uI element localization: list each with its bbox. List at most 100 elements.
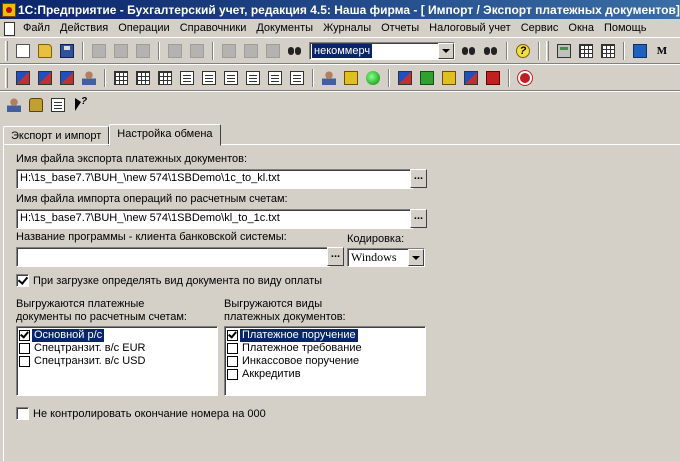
operations-journal-button[interactable] <box>34 67 56 89</box>
list-item[interactable]: Основной р/с <box>19 328 106 343</box>
title-bar[interactable]: 1С:Предприятие - Бухгалтерский учет, ред… <box>0 0 680 19</box>
transactions-button[interactable] <box>56 67 78 89</box>
find-button[interactable] <box>284 40 306 62</box>
print-preview-button[interactable] <box>186 40 208 62</box>
find-replace-button[interactable] <box>480 40 502 62</box>
encoding-dropdown[interactable] <box>408 249 424 266</box>
doctype-checkbox[interactable] <box>227 369 238 380</box>
search-combo[interactable]: некоммерч <box>309 41 455 60</box>
menu-service[interactable]: Сервис <box>516 20 564 36</box>
find-next-button[interactable] <box>458 40 480 62</box>
export-file-browse-button[interactable]: ... <box>410 169 427 188</box>
accounts-label: Выгружаются платежные <box>16 298 145 310</box>
properties-button[interactable] <box>218 40 240 62</box>
report-t4-button[interactable] <box>242 67 264 89</box>
cash-button[interactable] <box>438 67 460 89</box>
paste-button[interactable] <box>132 40 154 62</box>
users-button[interactable] <box>3 94 25 116</box>
help-button[interactable]: ? <box>512 40 534 62</box>
bank-program-browse-button[interactable]: ... <box>327 247 344 266</box>
report-t6-button[interactable] <box>286 67 308 89</box>
save-button[interactable] <box>56 40 78 62</box>
list-item[interactable]: Аккредитив <box>227 368 303 381</box>
doctypes-listbox[interactable]: Платежное поручение Платежное требование… <box>224 326 426 396</box>
transfer-button[interactable] <box>482 67 504 89</box>
monitor-button[interactable]: M <box>651 40 673 62</box>
calendar-button[interactable] <box>575 40 597 62</box>
calculator-button[interactable] <box>553 40 575 62</box>
accounts-listbox[interactable]: Основной р/с Спецтранзит. в/с EUR Спецтр… <box>16 326 218 396</box>
export-file-field[interactable]: H:\1s_base7.7\BUH_\new 574\1SBDemo\1c_to… <box>16 169 413 189</box>
list-item[interactable]: Спецтранзит. в/с EUR <box>19 342 147 355</box>
report-icon <box>290 70 304 85</box>
account-analysis-button[interactable] <box>154 67 176 89</box>
list-item[interactable]: Спецтранзит. в/с USD <box>19 355 147 368</box>
list-item[interactable]: Инкассовое поручение <box>227 355 361 368</box>
search-combo-dropdown[interactable] <box>438 42 454 59</box>
print-button[interactable] <box>164 40 186 62</box>
document-icon[interactable] <box>2 21 16 36</box>
spreadsheet-button[interactable] <box>597 40 619 62</box>
report-t5-button[interactable] <box>264 67 286 89</box>
new-button[interactable] <box>12 40 34 62</box>
import-file-field[interactable]: H:\1s_base7.7\BUH_\new 574\1SBDemo\kl_to… <box>16 209 413 229</box>
undo-icon <box>244 43 258 58</box>
report-icon <box>180 70 194 85</box>
chart-of-accounts-button[interactable] <box>12 67 34 89</box>
exit-button[interactable] <box>514 67 536 89</box>
whats-this-button[interactable] <box>69 94 91 116</box>
bank-program-field[interactable] <box>16 247 330 267</box>
book-button[interactable] <box>629 40 651 62</box>
account-checkbox[interactable] <box>19 330 30 341</box>
wizard-button[interactable] <box>340 67 362 89</box>
detect-doc-type-checkbox[interactable] <box>16 274 29 287</box>
open-button[interactable] <box>34 40 56 62</box>
redo-button[interactable] <box>262 40 284 62</box>
templates-button[interactable] <box>78 67 100 89</box>
undo-button[interactable] <box>240 40 262 62</box>
window-title: 1С:Предприятие - Бухгалтерский учет, ред… <box>18 2 680 17</box>
doctype-checkbox[interactable] <box>227 356 238 367</box>
encoding-select[interactable]: Windows <box>347 248 425 267</box>
menu-catalogs[interactable]: Справочники <box>175 20 252 36</box>
report-t2-button[interactable] <box>198 67 220 89</box>
context-help-button[interactable] <box>47 94 69 116</box>
cut-button[interactable] <box>88 40 110 62</box>
toolbar-grip[interactable] <box>5 67 8 88</box>
menu-journals[interactable]: Журналы <box>318 20 376 36</box>
account-checkbox[interactable] <box>19 343 30 354</box>
employee-icon <box>322 70 336 85</box>
toolbar-grip[interactable] <box>546 40 549 61</box>
warehouse-icon <box>464 70 478 85</box>
no-control-checkbox[interactable] <box>16 407 29 420</box>
account-checkbox[interactable] <box>19 356 30 367</box>
menu-windows[interactable]: Окна <box>563 20 599 36</box>
chess-sheet-button[interactable] <box>132 67 154 89</box>
menu-operations[interactable]: Операции <box>113 20 174 36</box>
menu-tax[interactable]: Налоговый учет <box>424 20 516 36</box>
doctype-checkbox[interactable] <box>227 343 238 354</box>
tab-export-import[interactable]: Экспорт и импорт <box>3 126 110 146</box>
currency-button[interactable] <box>394 67 416 89</box>
lock-button[interactable] <box>25 94 47 116</box>
list-item[interactable]: Платежное поручение <box>227 328 359 343</box>
doctype-checkbox[interactable] <box>227 330 238 341</box>
import-file-browse-button[interactable]: ... <box>410 209 427 228</box>
copy-button[interactable] <box>110 40 132 62</box>
menu-file[interactable]: Файл <box>18 20 55 36</box>
bank-button[interactable] <box>416 67 438 89</box>
globe-button[interactable] <box>362 67 384 89</box>
balance-sheet-button[interactable] <box>110 67 132 89</box>
menu-reports[interactable]: Отчеты <box>376 20 424 36</box>
report-t3-button[interactable] <box>220 67 242 89</box>
doctypes-label: Выгружаются виды <box>224 298 323 310</box>
menu-actions[interactable]: Действия <box>55 20 113 36</box>
warehouse-button[interactable] <box>460 67 482 89</box>
list-item[interactable]: Платежное требование <box>227 342 364 355</box>
menu-documents[interactable]: Документы <box>251 20 318 36</box>
tab-exchange-settings[interactable]: Настройка обмена <box>109 124 221 146</box>
menu-help[interactable]: Помощь <box>599 20 652 36</box>
report-t1-button[interactable] <box>176 67 198 89</box>
toolbar-grip[interactable] <box>5 40 8 61</box>
employee-button[interactable] <box>318 67 340 89</box>
